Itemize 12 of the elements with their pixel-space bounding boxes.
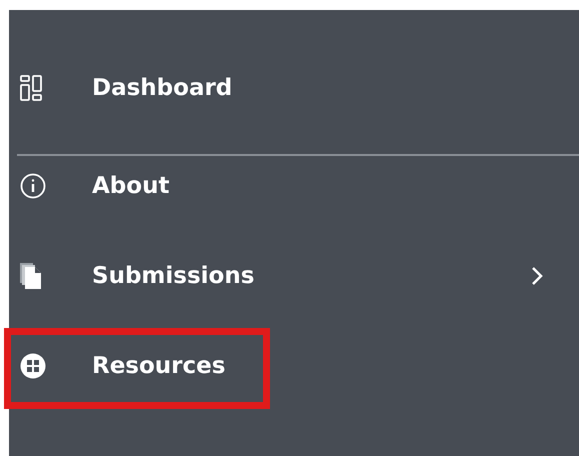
menu-label: Submissions [92,263,256,289]
menu-item[interactable]: Submissions [9,246,579,306]
menu-item[interactable]: Resources [9,336,579,396]
documents-icon [20,263,42,289]
dashboard-icon [20,75,42,101]
grid-circle-icon [20,353,46,379]
menu-item[interactable]: Dashboard [9,58,579,118]
menu-label: Dashboard [92,75,234,101]
info-icon [20,173,46,199]
menu-item[interactable]: About [9,156,579,216]
menu-label: Resources [92,353,226,379]
menu-label: About [92,173,170,199]
